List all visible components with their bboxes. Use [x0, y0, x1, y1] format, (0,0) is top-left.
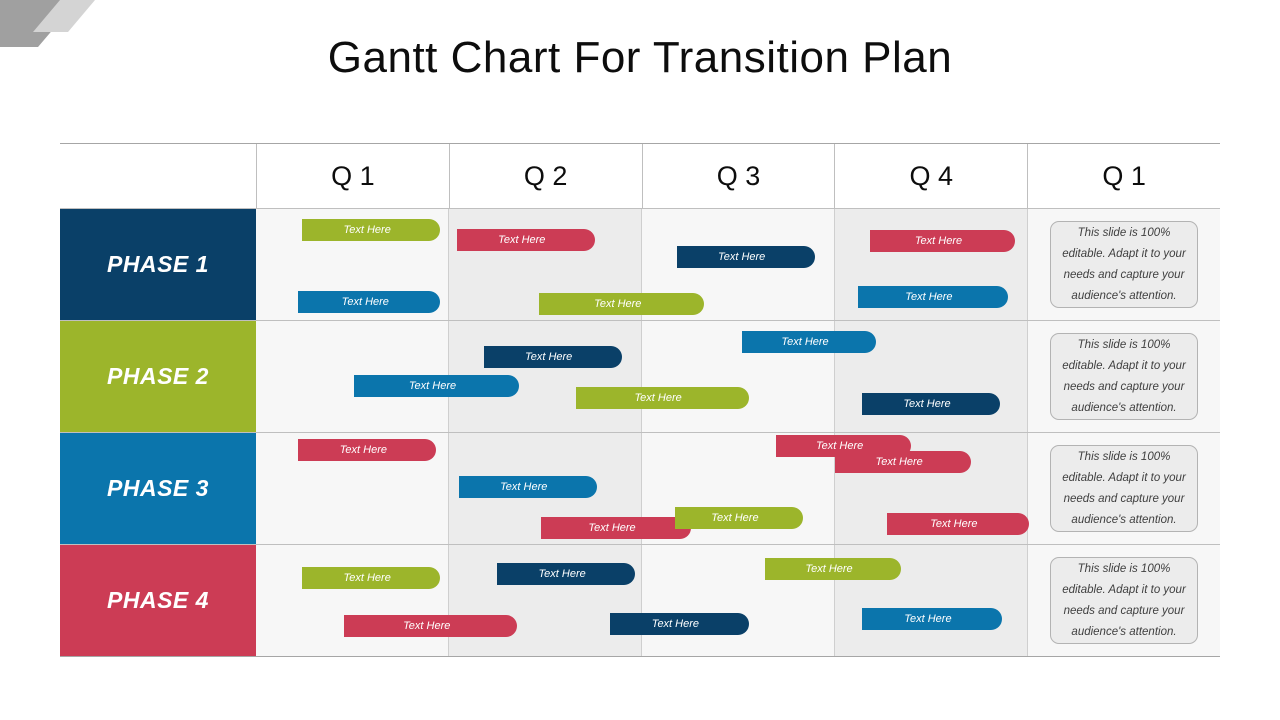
column-header-q1-a: Q 1 — [257, 144, 450, 208]
page-title: Gantt Chart For Transition Plan — [327, 33, 953, 82]
gantt-bar-label: Text Here — [408, 380, 457, 392]
gantt-bar[interactable]: Text Here — [298, 291, 441, 313]
gantt-bar-label: Text Here — [651, 618, 700, 630]
gantt-bar-label: Text Here — [781, 336, 829, 348]
phase-label-1[interactable]: PHASE 1 — [60, 209, 256, 320]
gantt-bar[interactable]: Text Here — [869, 230, 1016, 252]
table-row: PHASE 3 Text Here Text Here Text Here Text H… — [60, 433, 1220, 545]
gantt-bar[interactable]: Text Here — [861, 393, 1001, 415]
gantt-bar[interactable]: Text Here — [539, 293, 705, 315]
gantt-bar-label: Text Here — [588, 522, 636, 534]
gantt-bar-label: Text Here — [538, 568, 586, 580]
gantt-bar-label: Text Here — [905, 291, 953, 303]
editable-note-box[interactable]: This slide is 100% editable. Adapt it to… — [1050, 445, 1198, 532]
gantt-bar[interactable]: Text Here — [497, 563, 636, 585]
editable-note-box[interactable]: This slide is 100% editable. Adapt it to… — [1050, 221, 1198, 308]
gantt-bar-label: Text Here — [904, 613, 952, 625]
corner-shape-light — [33, 0, 95, 32]
quarter-cell-r2-c1: Text Here — [256, 321, 520, 432]
phase-label-4[interactable]: PHASE 4 — [60, 545, 256, 656]
gantt-chart-table: Q 1 Q 2 Q 3 Q 4 Q 1 PHASE 1 Text Here Text… — [60, 143, 1220, 657]
gantt-bar[interactable]: Text Here — [835, 451, 972, 473]
gantt-bar-label: Text Here — [903, 398, 951, 410]
gantt-bar[interactable]: Text Here — [298, 439, 437, 461]
gantt-bar[interactable]: Text Here — [674, 507, 804, 529]
editable-note-box[interactable]: This slide is 100% editable. Adapt it to… — [1050, 557, 1198, 644]
gantt-bar-label: Text Here — [711, 512, 759, 524]
gantt-bar-label: Text Here — [339, 444, 387, 456]
table-row: PHASE 4 Text Here Text Here Text Here Text H… — [60, 545, 1220, 657]
editable-note-text: This slide is 100% editable. Adapt it to… — [1062, 562, 1186, 638]
column-header-q4: Q 4 — [835, 144, 1029, 208]
gantt-bar-label: Text Here — [498, 234, 546, 246]
gantt-bar[interactable]: Text Here — [344, 615, 518, 637]
gantt-bar[interactable]: Text Here — [886, 513, 1029, 535]
note-cell-r1: This slide is 100% editable. Adapt it to… — [1028, 209, 1220, 320]
gantt-bar-label: Text Here — [634, 392, 682, 404]
note-cell-r3: This slide is 100% editable. Adapt it to… — [1028, 433, 1220, 544]
gantt-bar[interactable]: Text Here — [541, 517, 691, 539]
phase-label-text: PHASE 2 — [107, 363, 209, 389]
gantt-bar[interactable]: Text Here — [353, 375, 520, 397]
gantt-bar-label: Text Here — [525, 351, 573, 363]
gantt-bar[interactable]: Text Here — [610, 613, 749, 635]
quarter-cell-r4-c1: Text Here Text Here — [256, 545, 518, 656]
gantt-bar[interactable]: Text Here — [302, 567, 441, 589]
gantt-bar[interactable]: Text Here — [741, 331, 877, 353]
gantt-bar-label: Text Here — [341, 296, 389, 308]
phase-label-text: PHASE 3 — [107, 475, 209, 501]
quarter-cell-r1-c4: Text Here Text Here — [835, 209, 1028, 320]
phase-label-text: PHASE 4 — [107, 587, 209, 613]
gantt-bar-label: Text Here — [403, 620, 451, 632]
gantt-bar-label: Text Here — [930, 518, 978, 530]
gantt-bar[interactable]: Text Here — [458, 476, 597, 498]
editable-note-text: This slide is 100% editable. Adapt it to… — [1062, 226, 1186, 302]
quarter-cell-r3-c2: Text Here Text Here — [449, 433, 691, 544]
phase-label-2[interactable]: PHASE 2 — [60, 321, 256, 432]
gantt-bar[interactable]: Text Here — [764, 558, 902, 580]
note-cell-r4: This slide is 100% editable. Adapt it to… — [1028, 545, 1220, 656]
column-header-q3: Q 3 — [643, 144, 836, 208]
gantt-bar-label: Text Here — [594, 298, 642, 310]
table-row: PHASE 2 Text Here Text Here Text Here Text H… — [60, 321, 1220, 433]
gantt-bar-label: Text Here — [914, 235, 963, 247]
column-header-q1-b: Q 1 — [1102, 160, 1146, 191]
gantt-bar-label: Text Here — [343, 572, 391, 584]
gantt-bar[interactable]: Text Here — [456, 229, 595, 251]
table-header-row: Q 1 Q 2 Q 3 Q 4 Q 1 — [60, 143, 1220, 209]
gantt-bar-label: Text Here — [805, 563, 853, 575]
gantt-bar[interactable]: Text Here — [676, 246, 815, 268]
quarter-cell-r2-c3: Text Here — [642, 321, 877, 432]
gantt-bar-label: Text Here — [343, 224, 391, 236]
quarter-cell-r1-c1: Text Here Text Here — [256, 209, 449, 320]
phase-label-text: PHASE 1 — [107, 251, 209, 277]
gantt-bar[interactable]: Text Here — [302, 219, 441, 241]
gantt-bar-label: Text Here — [718, 251, 766, 263]
gantt-bar-label: Text Here — [875, 456, 923, 468]
gantt-bar[interactable]: Text Here — [858, 286, 1008, 308]
editable-note-text: This slide is 100% editable. Adapt it to… — [1062, 338, 1186, 414]
editable-note-text: This slide is 100% editable. Adapt it to… — [1062, 450, 1186, 526]
gantt-bar[interactable]: Text Here — [861, 608, 1003, 630]
gantt-bar[interactable]: Text Here — [483, 346, 622, 368]
gantt-bar[interactable]: Text Here — [575, 387, 749, 409]
gantt-bar-label: Text Here — [500, 481, 548, 493]
note-cell-r2: This slide is 100% editable. Adapt it to… — [1028, 321, 1220, 432]
table-row: PHASE 1 Text Here Text Here Text Here Text H… — [60, 209, 1220, 321]
quarter-cell-r1-c2: Text Here Text Here — [449, 209, 705, 320]
column-header-q2: Q 2 — [450, 144, 643, 208]
quarter-cell-r4-c3: Text Here — [642, 545, 902, 656]
table-body: PHASE 1 Text Here Text Here Text Here Text H… — [60, 209, 1220, 657]
editable-note-box[interactable]: This slide is 100% editable. Adapt it to… — [1050, 333, 1198, 420]
quarter-cell-r3-c1: Text Here — [256, 433, 449, 544]
phase-label-3[interactable]: PHASE 3 — [60, 433, 256, 544]
quarter-cell-r4-c2: Text Here Text Here — [449, 545, 749, 656]
header-corner-cell — [60, 144, 257, 208]
